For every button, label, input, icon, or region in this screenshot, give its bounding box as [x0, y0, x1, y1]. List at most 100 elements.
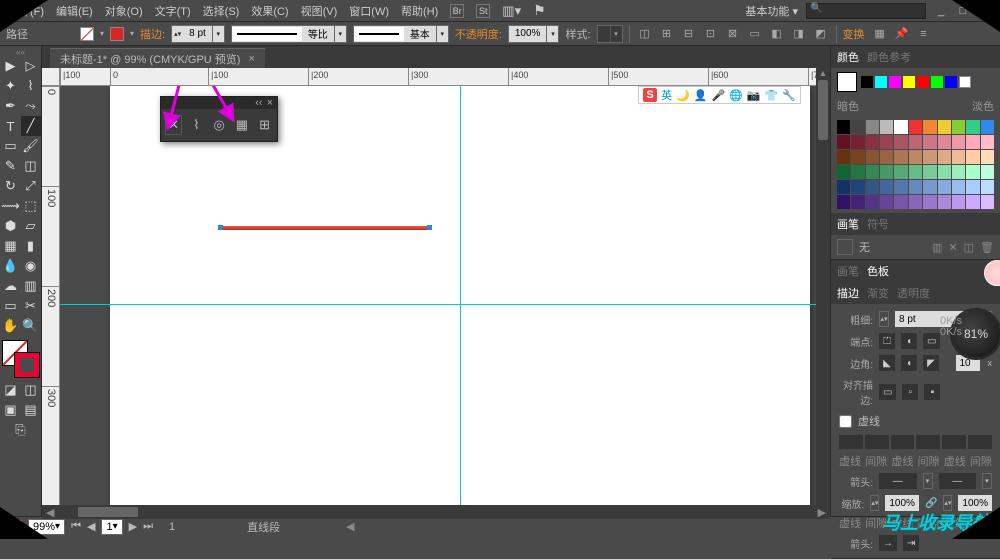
swatch-cell[interactable] [866, 195, 879, 209]
swatch-grid[interactable] [831, 116, 1000, 213]
guide-vertical[interactable] [460, 86, 461, 516]
line-tool[interactable]: ╱ [21, 116, 41, 136]
swatch-cell[interactable] [938, 135, 951, 149]
mesh-tool[interactable]: ▦ [1, 236, 21, 256]
eraser-tool[interactable]: ◫ [21, 156, 41, 176]
swatch-y[interactable] [903, 76, 915, 88]
selection-tool[interactable]: ▶ [1, 56, 21, 76]
ime-cam-icon[interactable]: 📷 [747, 89, 761, 102]
rect-tool[interactable]: ▭ [1, 136, 21, 156]
swatch-cell[interactable] [938, 165, 951, 179]
swatch-cell[interactable] [909, 195, 922, 209]
pin-icon[interactable]: 📌 [893, 26, 911, 42]
ime-keyboard-icon[interactable]: 🌐 [729, 89, 743, 102]
swatch-cell[interactable] [966, 165, 979, 179]
swatch-k[interactable] [861, 76, 873, 88]
swatch-cell[interactable] [866, 120, 879, 134]
cap-round[interactable]: ◖ [901, 333, 917, 349]
stroke-label[interactable]: 描边: [140, 26, 165, 42]
swatch-g[interactable] [931, 76, 943, 88]
swatch-cell[interactable] [981, 165, 994, 179]
gap-1[interactable] [865, 435, 889, 449]
wand-tool[interactable]: ✦ [1, 76, 21, 96]
hand-tool[interactable]: ✋ [1, 316, 21, 336]
free-tool[interactable]: ⬚ [21, 196, 41, 216]
anchor-right[interactable] [427, 225, 432, 230]
reg-icon[interactable]: ▦ [871, 26, 889, 42]
color-mode-a[interactable]: ◪ [1, 380, 21, 400]
ime-user-icon[interactable]: 👤 [694, 89, 708, 102]
profile-dd[interactable]: 等比▾ [231, 25, 347, 43]
tab-symbol[interactable]: 符号 [867, 216, 889, 232]
gradient-tool[interactable]: ▮ [21, 236, 41, 256]
pathf2-icon[interactable]: ◨ [790, 26, 808, 42]
swatch-w[interactable] [959, 76, 971, 88]
menu-object[interactable]: 对象(O) [105, 3, 143, 19]
swatch-cell[interactable] [851, 120, 864, 134]
anchor-left[interactable] [218, 225, 223, 230]
screen-mode-a[interactable]: ▣ [1, 400, 21, 420]
arrow-end[interactable]: — [939, 473, 977, 489]
shape-icon[interactable]: ▭ [746, 26, 764, 42]
swatch-cell[interactable] [851, 150, 864, 164]
menu-view[interactable]: 视图(V) [301, 3, 338, 19]
width-tool[interactable]: ⟿ [1, 196, 21, 216]
search-input[interactable] [806, 3, 926, 19]
ime-moon-icon[interactable]: 🌙 [676, 89, 690, 102]
gap-2[interactable] [916, 435, 940, 449]
swatch-cell[interactable] [851, 195, 864, 209]
foreground-swatch[interactable] [837, 72, 857, 92]
swatch-cell[interactable] [880, 120, 893, 134]
canvas[interactable]: ‹‹× ✕ ⌇ ◎ ▦ ⊞ [60, 86, 830, 516]
align-inside[interactable]: ▫ [902, 384, 918, 400]
opacity-label[interactable]: 不透明度: [455, 26, 502, 42]
brush-pattern-icon[interactable]: ▦ [234, 115, 251, 135]
swatch-cell[interactable] [952, 150, 965, 164]
swatch-cell[interactable] [894, 165, 907, 179]
swatch-cell[interactable] [837, 165, 850, 179]
swatch-cell[interactable] [981, 180, 994, 194]
swatch-cell[interactable] [894, 135, 907, 149]
stroke-color[interactable] [14, 352, 40, 378]
slice-tool[interactable]: ✂ [21, 296, 41, 316]
scrollbar-h[interactable]: ◀▶ [42, 505, 830, 519]
tab-brush2[interactable]: 画笔 [837, 263, 859, 279]
swatch-cell[interactable] [909, 150, 922, 164]
swatch-cell[interactable] [938, 195, 951, 209]
type-tool[interactable]: T [1, 116, 21, 136]
stroke-swatch[interactable] [110, 27, 124, 41]
menu-window[interactable]: 窗口(W) [349, 3, 389, 19]
perspective-tool[interactable]: ▱ [21, 216, 41, 236]
rotate-tool[interactable]: ↻ [1, 176, 21, 196]
brush-thumb[interactable] [837, 239, 853, 255]
layer-nav[interactable]: 1 [169, 521, 175, 533]
align-h-icon[interactable]: ⊞ [658, 26, 676, 42]
brush-none-icon[interactable]: ✕ [165, 115, 182, 135]
swatch-cell[interactable] [966, 135, 979, 149]
swatch-cell[interactable] [981, 120, 994, 134]
document-tab[interactable]: 未标题-1* @ 99% (CMYK/GPU 预览)× [50, 48, 265, 68]
align-outside[interactable]: ▪ [924, 384, 940, 400]
swatch-cell[interactable] [837, 150, 850, 164]
ime-skin-icon[interactable]: 👕 [765, 89, 779, 102]
artboard-tool[interactable]: ▭ [1, 296, 21, 316]
swatch-cell[interactable] [880, 195, 893, 209]
menu-select[interactable]: 选择(S) [203, 3, 240, 19]
symbol-tool[interactable]: ☁ [1, 276, 21, 296]
swatch-c[interactable] [875, 76, 887, 88]
swatch-cell[interactable] [909, 165, 922, 179]
align-v-icon[interactable]: ⊟ [680, 26, 698, 42]
swatch-cell[interactable] [923, 195, 936, 209]
align-d-icon[interactable]: ⊠ [724, 26, 742, 42]
swatch-cell[interactable] [837, 180, 850, 194]
swatch-cell[interactable] [966, 180, 979, 194]
arrow-start[interactable]: — [879, 473, 917, 489]
graph-tool[interactable]: ▥ [21, 276, 41, 296]
brush-art-icon[interactable]: ⊞ [256, 115, 273, 135]
pathf-icon[interactable]: ◧ [768, 26, 786, 42]
nav-next-icon[interactable]: ▶ [129, 520, 137, 533]
corner-round[interactable]: ◖ [901, 355, 917, 371]
nav-last-icon[interactable]: ⏭ [143, 520, 153, 533]
swatch-cell[interactable] [880, 165, 893, 179]
ime-toolbar[interactable]: S 英 🌙 👤 🎤 🌐 📷 👕 🔧 [638, 86, 801, 104]
